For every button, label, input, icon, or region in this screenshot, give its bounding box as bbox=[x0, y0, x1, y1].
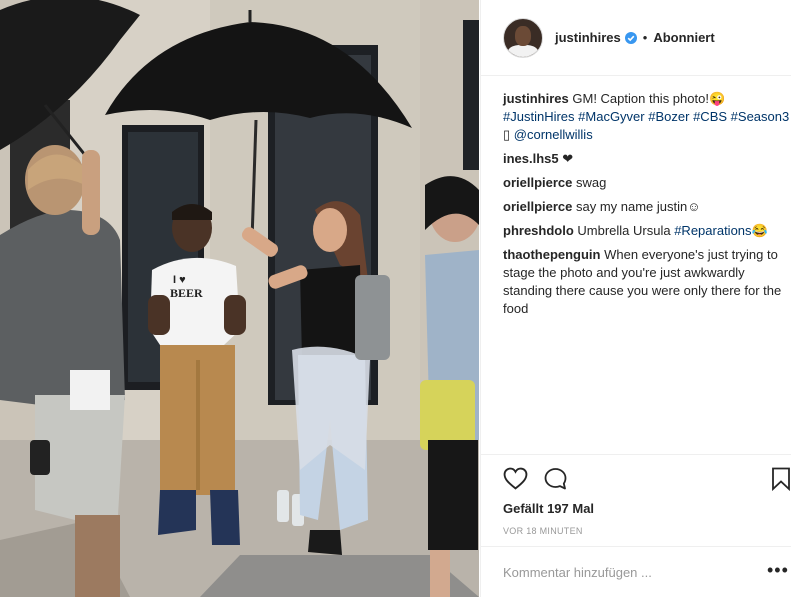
comment-username[interactable]: oriellpierce bbox=[503, 199, 572, 214]
hashtag-link[interactable]: #Bozer bbox=[648, 109, 689, 124]
author-avatar[interactable] bbox=[503, 17, 543, 58]
comment-username[interactable]: ines.lhs5 bbox=[503, 151, 559, 166]
comment-text: Umbrella Ursula bbox=[573, 223, 675, 238]
heart-icon[interactable] bbox=[503, 467, 528, 495]
post-actions: Gefällt 197 Mal VOR 18 MINUTEN bbox=[481, 454, 791, 546]
hashtag-link[interactable]: #JustinHires bbox=[503, 109, 575, 124]
hashtag-link[interactable]: #Season3 bbox=[731, 109, 790, 124]
post-photo[interactable]: I ♥ BEER bbox=[0, 0, 479, 597]
hashtag-link[interactable]: #Reparations😂 bbox=[674, 223, 768, 238]
comment-text: ▯ bbox=[503, 127, 514, 142]
author-username[interactable]: justinhires bbox=[555, 30, 621, 45]
comment-text: ❤ bbox=[558, 151, 574, 166]
comment-input[interactable]: Kommentar hinzufügen ... bbox=[503, 565, 652, 580]
photo-scene: I ♥ BEER bbox=[0, 0, 479, 597]
comment-item: phreshdolo Umbrella Ursula #Reparations😂 bbox=[503, 222, 791, 240]
hashtag-link[interactable]: #CBS bbox=[693, 109, 727, 124]
comment-username[interactable]: thaothepenguin bbox=[503, 247, 601, 262]
post-header: justinhires • Abonniert bbox=[481, 0, 791, 76]
comment-item: justinhires GM! Caption this photo!😜 #Ju… bbox=[503, 90, 791, 144]
comment-item: ines.lhs5 ❤ bbox=[503, 150, 791, 168]
header-separator: • bbox=[642, 30, 648, 45]
comment-username[interactable]: phreshdolo bbox=[503, 223, 574, 238]
comment-text: GM! Caption this photo!😜 bbox=[572, 91, 726, 106]
post-timestamp[interactable]: VOR 18 MINUTEN bbox=[503, 526, 583, 536]
more-options-button[interactable]: ••• bbox=[767, 560, 789, 581]
tshirt-print-line1: I ♥ bbox=[173, 274, 186, 286]
add-comment-bar: Kommentar hinzufügen ... ••• bbox=[481, 546, 791, 597]
hashtag-link[interactable]: @cornellwillis bbox=[514, 127, 593, 142]
comment-item: oriellpierce say my name justin☺ bbox=[503, 198, 791, 216]
comment-item: oriellpierce swag bbox=[503, 174, 791, 192]
comment-list: justinhires GM! Caption this photo!😜 #Ju… bbox=[503, 90, 791, 324]
comment-text: say my name justin☺ bbox=[572, 199, 701, 214]
bookmark-icon[interactable] bbox=[771, 467, 791, 496]
follow-status-button[interactable]: Abonniert bbox=[653, 30, 714, 45]
comment-username[interactable]: justinhires bbox=[503, 91, 569, 106]
comment-username[interactable]: oriellpierce bbox=[503, 175, 572, 190]
hashtag-link[interactable]: #MacGyver bbox=[578, 109, 644, 124]
comment-icon[interactable] bbox=[543, 467, 568, 496]
comment-text: swag bbox=[572, 175, 607, 190]
post-side-panel: justinhires • Abonniert justinhires GM! … bbox=[480, 0, 811, 597]
comment-item: thaothepenguin When everyone's just tryi… bbox=[503, 246, 791, 318]
verified-badge-icon bbox=[624, 31, 637, 44]
like-count[interactable]: Gefällt 197 Mal bbox=[503, 501, 594, 516]
tshirt-print-line2: BEER bbox=[170, 286, 203, 300]
